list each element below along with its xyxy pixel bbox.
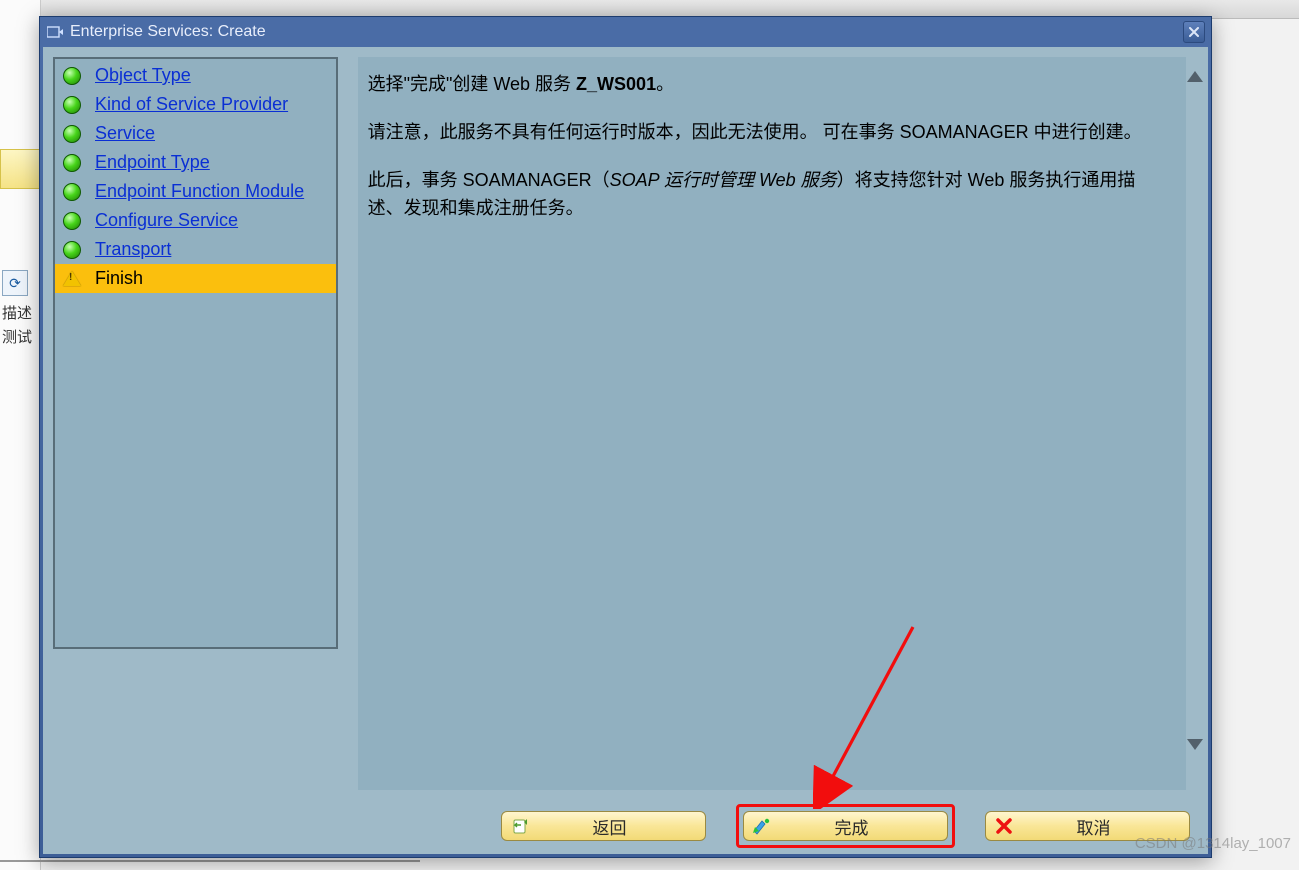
cancel-button[interactable]: 取消 [985, 811, 1190, 841]
info-text: 。 [656, 74, 674, 94]
wizard-step-kind-of-service-provider[interactable]: Kind of Service Provider [55, 90, 336, 119]
dialog-title: Enterprise Services: Create [70, 23, 266, 41]
wizard-info-panel: 选择"完成"创建 Web 服务 Z_WS001。 请注意，此服务不具有任何运行时… [358, 57, 1187, 790]
scroll-up-icon[interactable] [1187, 71, 1203, 82]
info-paragraph-2: 请注意，此服务不具有任何运行时版本，因此无法使用。 可在事务 SOAMANAGE… [368, 119, 1165, 147]
status-complete-icon [63, 212, 81, 230]
back-icon [510, 816, 530, 836]
wizard-step-finish[interactable]: Finish [55, 264, 336, 293]
button-label: 取消 [1018, 814, 1189, 839]
status-complete-icon [63, 96, 81, 114]
status-warning-icon [63, 271, 81, 286]
status-complete-icon [63, 125, 81, 143]
background-side-area [0, 0, 41, 870]
status-complete-icon [63, 241, 81, 259]
status-complete-icon [63, 67, 81, 85]
back-button[interactable]: 返回 [501, 811, 706, 841]
finish-icon [752, 816, 772, 836]
background-highlight-row [0, 149, 40, 189]
web-service-name: Z_WS001 [576, 74, 656, 94]
wizard-step-service[interactable]: Service [55, 119, 336, 148]
scroll-down-icon[interactable] [1187, 739, 1203, 750]
info-text-italic: SOAP 运行时管理 Web 服务 [610, 170, 837, 190]
wizard-step-label: Configure Service [95, 210, 238, 231]
info-text: 此后，事务 SOAMANAGER（ [368, 170, 610, 190]
wizard-step-object-type[interactable]: Object Type [55, 61, 336, 90]
finish-button[interactable]: 完成 [743, 811, 948, 841]
dialog-body: Object Type Kind of Service Provider Ser… [43, 47, 1208, 854]
wizard-step-label: Kind of Service Provider [95, 94, 288, 115]
wizard-step-list: Object Type Kind of Service Provider Ser… [53, 57, 338, 649]
info-text: 选择"完成"创建 Web 服务 [368, 74, 576, 94]
wizard-step-label: Endpoint Function Module [95, 181, 304, 202]
create-enterprise-service-dialog: Enterprise Services: Create Object Type … [39, 16, 1212, 858]
dialog-button-bar: 返回 完成 [43, 798, 1208, 854]
wizard-step-transport[interactable]: Transport [55, 235, 336, 264]
background-divider [0, 860, 420, 862]
button-label: 完成 [776, 814, 947, 839]
button-label: 返回 [534, 814, 705, 839]
background-label-1: 描述 [2, 302, 32, 323]
wizard-step-label: Transport [95, 239, 171, 260]
status-complete-icon [63, 183, 81, 201]
refresh-icon[interactable]: ⟳ [2, 270, 28, 296]
wizard-step-label: Finish [95, 268, 143, 289]
annotation-highlight: 完成 [736, 804, 955, 848]
status-complete-icon [63, 154, 81, 172]
wizard-step-configure-service[interactable]: Configure Service [55, 206, 336, 235]
background-label-2: 测试 [2, 326, 32, 347]
cancel-icon [994, 816, 1014, 836]
info-paragraph-3: 此后，事务 SOAMANAGER（SOAP 运行时管理 Web 服务）将支持您针… [368, 167, 1165, 223]
info-paragraph-1: 选择"完成"创建 Web 服务 Z_WS001。 [368, 71, 1165, 99]
dialog-title-icon [46, 24, 64, 40]
wizard-step-endpoint-function-module[interactable]: Endpoint Function Module [55, 177, 336, 206]
dialog-titlebar: Enterprise Services: Create [40, 17, 1211, 47]
wizard-step-label: Service [95, 123, 155, 144]
vertical-scrollbar[interactable] [1186, 57, 1204, 790]
wizard-step-endpoint-type[interactable]: Endpoint Type [55, 148, 336, 177]
wizard-step-label: Endpoint Type [95, 152, 210, 173]
close-button[interactable] [1183, 21, 1205, 43]
wizard-step-label: Object Type [95, 65, 191, 86]
